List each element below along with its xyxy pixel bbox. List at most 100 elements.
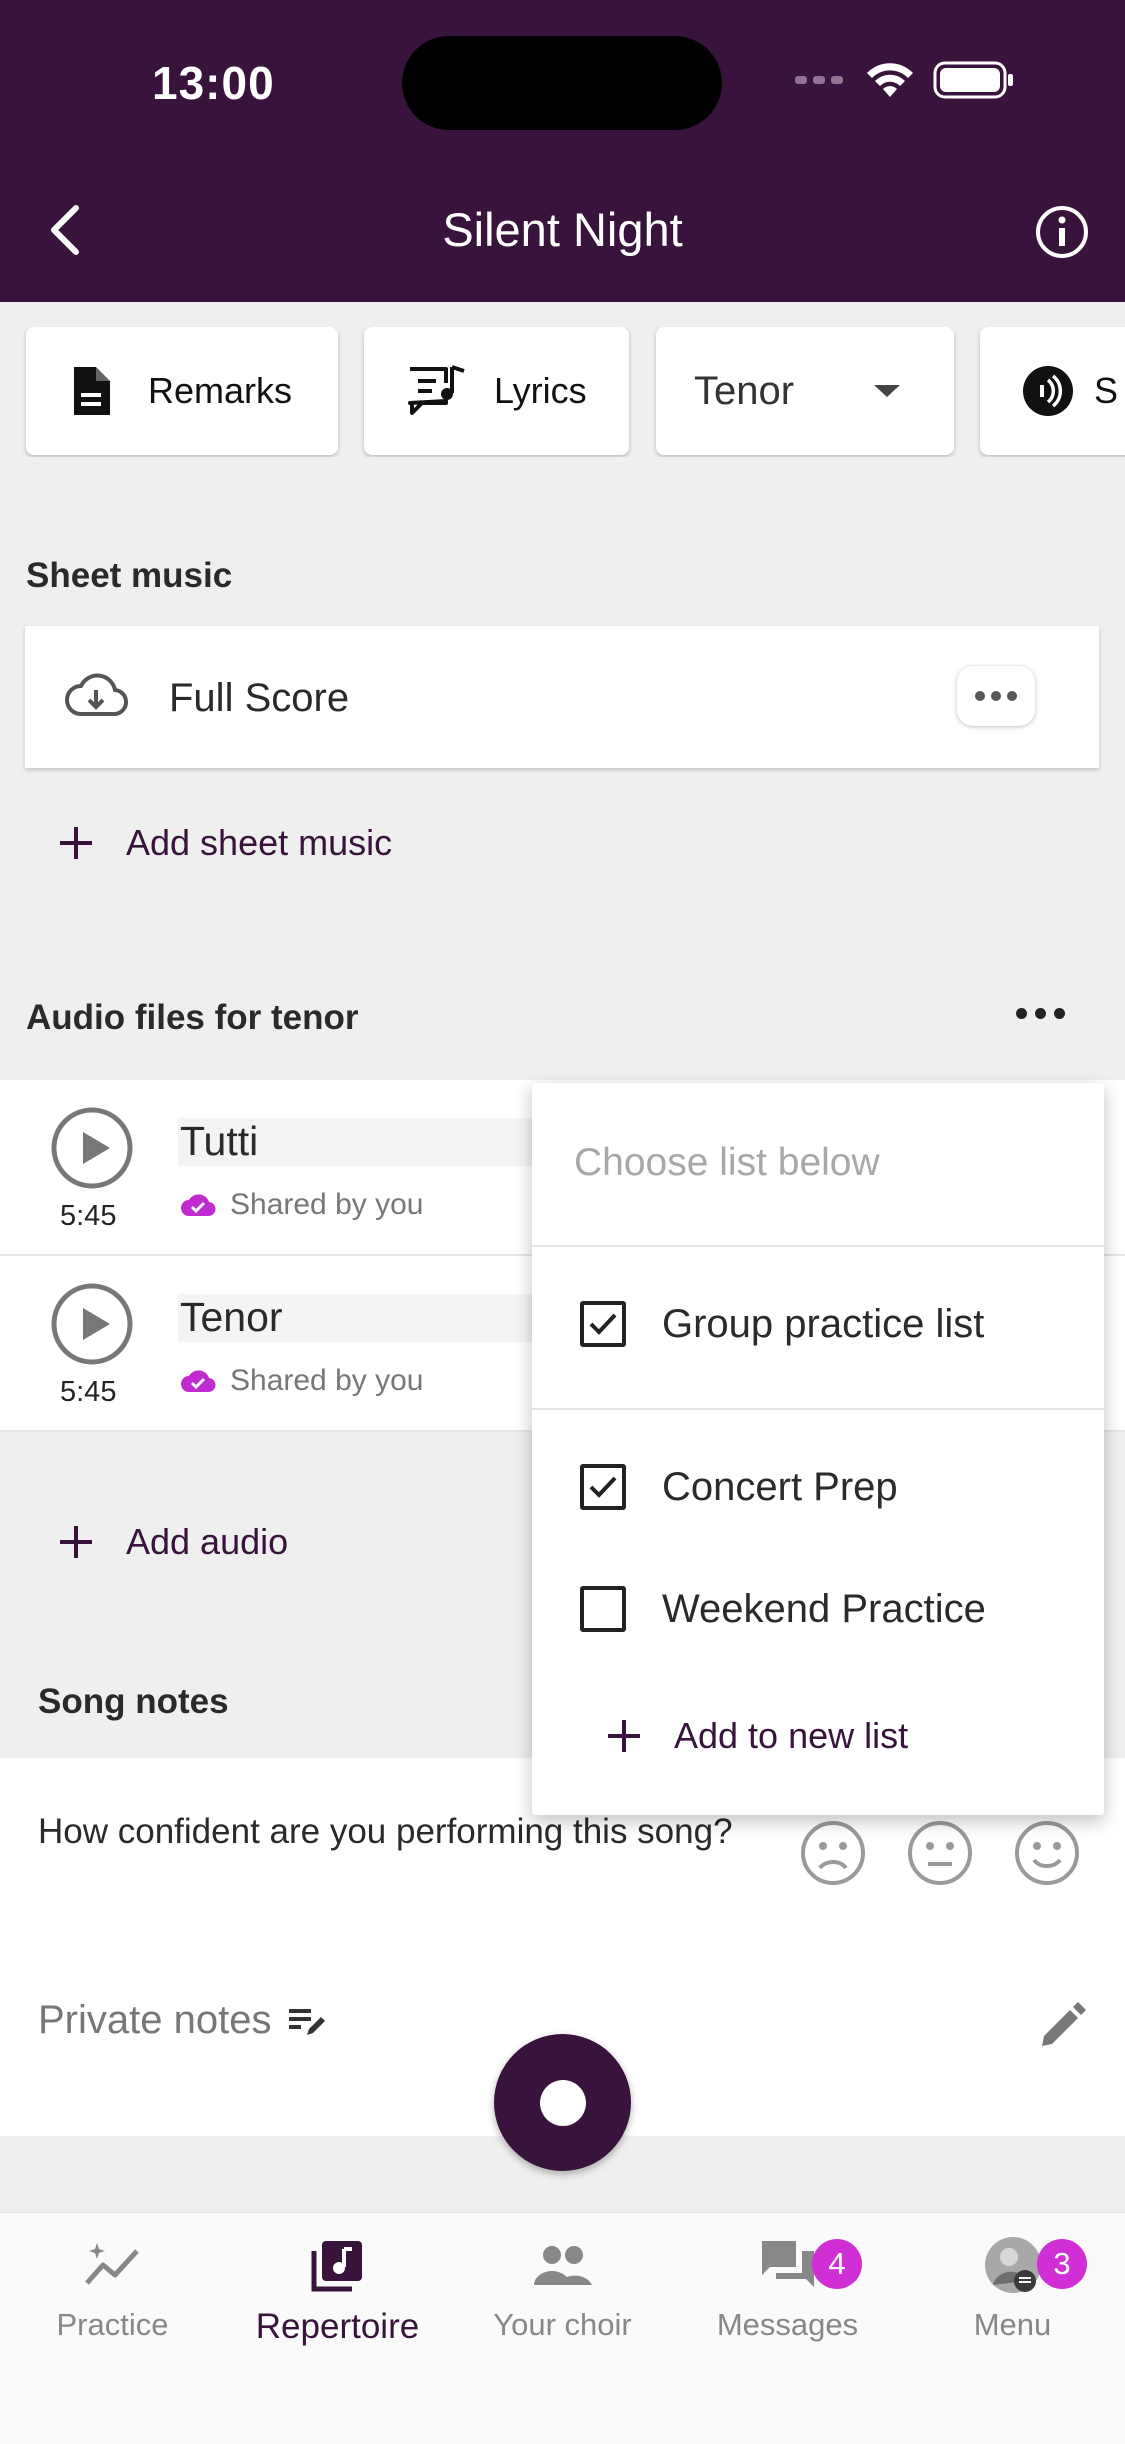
nav-practice-icon-wrap [0,2233,225,2297]
record-button[interactable] [494,2034,631,2171]
checkbox-checked[interactable] [580,1464,626,1510]
confidence-question: How confident are you performing this so… [38,1812,733,1851]
page-title: Silent Night [442,203,683,256]
caret-down-icon [874,385,900,397]
plus-icon [60,827,92,859]
checkbox-checked[interactable] [580,1301,626,1347]
private-notes-field[interactable]: Private notes [38,1998,327,2043]
track-duration: 5:45 [60,1376,117,1408]
sound-wave-icon [1023,366,1073,416]
neutral-face-icon[interactable] [907,1820,973,1886]
menu-badge: 3 [1037,2239,1087,2289]
plus-icon [60,1526,92,1558]
nav-your-choir-label: Your choir [493,2307,632,2342]
nav-practice[interactable]: Practice [0,2233,225,2363]
edit-pencil-icon[interactable] [1034,1998,1090,2054]
more-dot [1054,1008,1065,1019]
nav-practice-label: Practice [56,2307,169,2342]
add-sheet-music-label: Add sheet music [126,822,393,863]
list-option-weekend-practice[interactable]: Weekend Practice [580,1586,986,1632]
audio-more-button[interactable] [1016,1008,1065,1019]
cellular-signal-icon [795,76,843,84]
more-dot [991,691,1001,701]
nav-messages[interactable]: 4 Messages [675,2233,900,2363]
list-option-group-practice[interactable]: Group practice list [580,1301,984,1347]
chat-icon [761,2241,814,2287]
track-name: Tenor [178,1294,538,1342]
cloud-download-icon [65,673,128,717]
audio-files-heading: Audio files for tenor [26,998,359,1037]
checkbox-unchecked[interactable] [580,1586,626,1632]
nav-menu-icon-wrap: 3 [900,2233,1125,2297]
lyrics-chip-label: Lyrics [494,370,587,411]
nav-repertoire-label: Repertoire [255,2307,420,2346]
nav-messages-icon-wrap: 4 [675,2233,900,2297]
app-header: 13:00 Silent Night [0,0,1125,302]
happy-face-icon[interactable] [1014,1820,1080,1886]
sheet-music-more-button[interactable] [957,666,1035,726]
info-icon [1036,206,1088,258]
plus-icon [608,1720,640,1752]
music-note-icon [311,2241,362,2292]
play-icon[interactable] [50,1106,134,1190]
add-audio-button[interactable]: Add audio [56,1521,288,1563]
record-dot-icon [539,2079,586,2126]
list-option-concert-prep[interactable]: Concert Prep [580,1464,898,1510]
add-audio-label: Add audio [126,1521,289,1562]
voice-select-value: Tenor [694,368,795,413]
shared-status: Shared by you [180,1188,423,1222]
battery-icon [933,61,1013,99]
sheet-music-name: Full Score [169,676,350,720]
add-to-list-menu: Choose list below Group practice list Co… [532,1083,1104,1815]
lyrics-icon [408,365,465,415]
nav-choir-icon-wrap [450,2233,675,2297]
add-sheet-music-button[interactable]: Add sheet music [56,822,392,864]
dynamic-island [402,36,722,130]
nav-repertoire[interactable]: Repertoire [225,2233,450,2363]
song-notes-heading: Song notes [38,1682,229,1721]
audio-mode-chip[interactable]: S [980,327,1125,455]
more-dot [1016,1008,1027,1019]
sheet-music-item[interactable]: Full Score [25,626,1099,768]
list-option-label: Group practice list [662,1301,985,1346]
info-button[interactable] [1034,204,1090,260]
nav-menu-label: Menu [973,2307,1052,2342]
sad-face-icon[interactable] [800,1820,866,1886]
audio-mode-chip-label: S [1094,370,1119,411]
nav-repertoire-icon-wrap [225,2233,450,2297]
add-to-new-list-button[interactable]: Add to new list [604,1715,908,1757]
nav-your-choir[interactable]: Your choir [450,2233,675,2363]
action-chip-row: Remarks Lyrics Tenor S [0,327,1125,457]
menu-divider [532,1408,1104,1410]
nav-menu[interactable]: 3 Menu [900,2233,1125,2363]
list-option-label: Weekend Practice [662,1586,986,1631]
voice-select[interactable]: Tenor [656,327,954,455]
add-to-new-list-label: Add to new list [674,1715,909,1756]
avatar [984,2237,1041,2293]
sheet-music-heading: Sheet music [26,556,233,595]
more-dot [1035,1008,1046,1019]
bottom-navigation: Practice Repertoire Your choir 4 Message… [0,2212,1125,2444]
more-dot [1007,691,1017,701]
remarks-chip[interactable]: Remarks [26,327,338,455]
menu-divider [532,1245,1104,1247]
track-duration: 5:45 [60,1200,117,1232]
shared-status: Shared by you [180,1364,423,1398]
nav-messages-label: Messages [716,2307,859,2342]
notes-edit-icon [289,2008,326,2035]
document-icon [74,367,110,415]
people-icon [533,2246,592,2285]
cloud-check-icon [181,1370,216,1393]
check-icon [589,1313,617,1335]
wifi-icon [867,63,913,97]
messages-badge: 4 [812,2239,862,2289]
shared-status-text: Shared by you [230,1188,424,1221]
status-time: 13:00 [152,57,275,109]
shared-status-text: Shared by you [230,1364,424,1397]
play-icon[interactable] [50,1282,134,1366]
track-name: Tutti [178,1118,538,1166]
cloud-check-icon [181,1194,216,1217]
check-icon [589,1476,617,1498]
lyrics-chip[interactable]: Lyrics [364,327,629,455]
practice-trend-icon [84,2243,139,2285]
